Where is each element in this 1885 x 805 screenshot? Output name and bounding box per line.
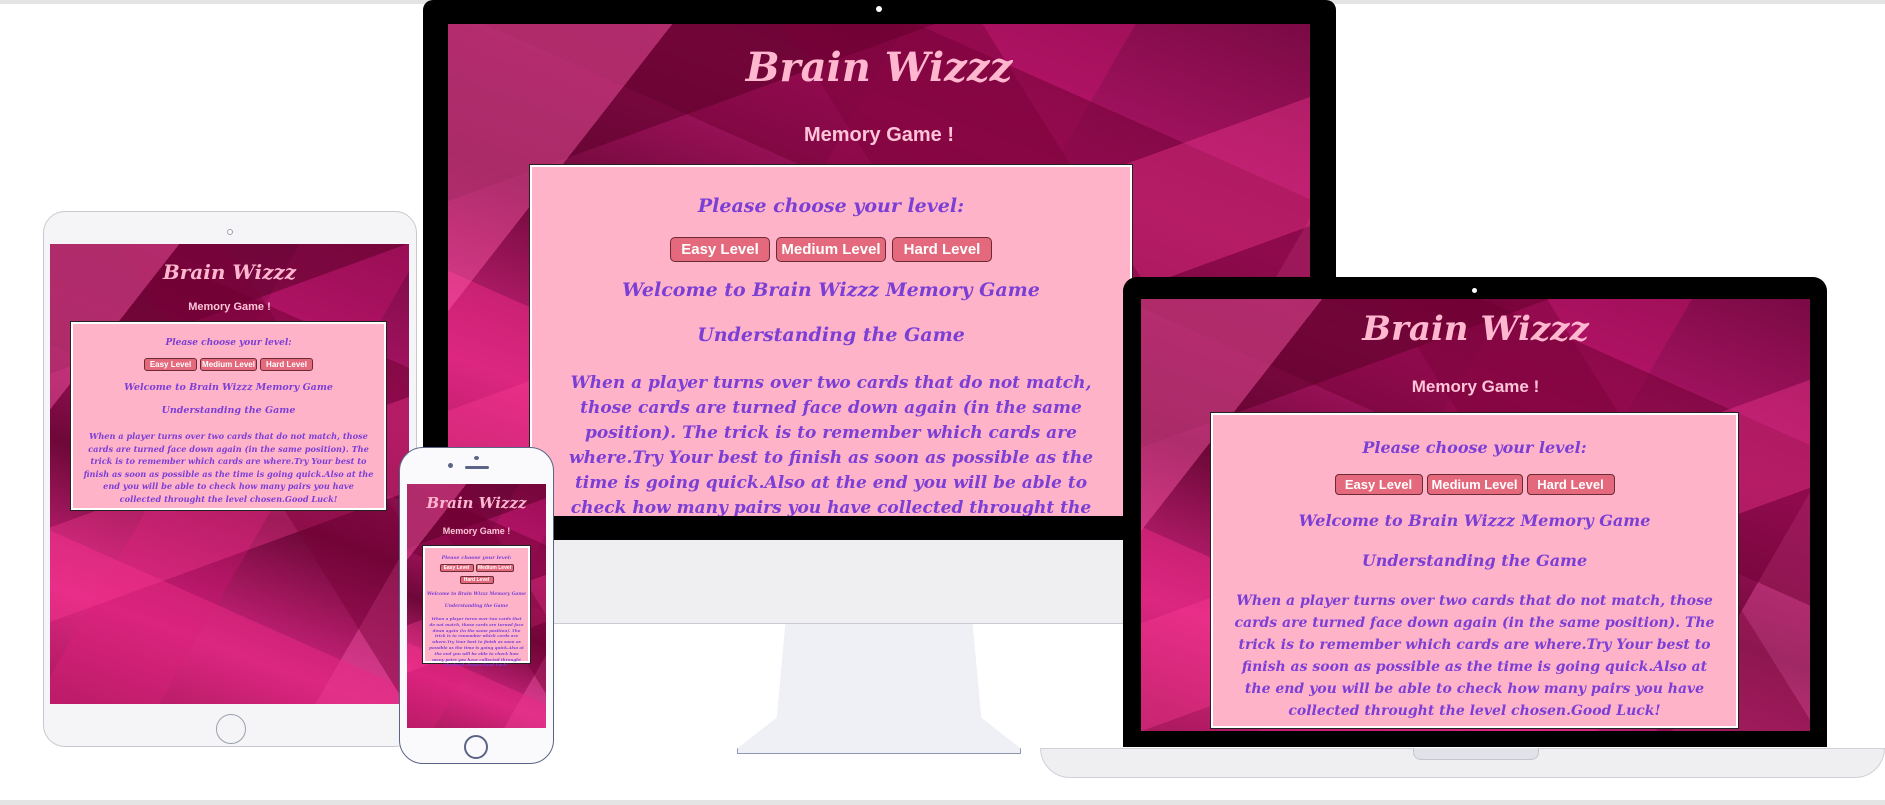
sensor-icon bbox=[474, 456, 479, 460]
medium-level-button[interactable]: Medium Level bbox=[475, 564, 514, 572]
site-subtitle: Memory Game ! bbox=[188, 301, 271, 313]
site-subtitle: Memory Game ! bbox=[803, 124, 955, 146]
description-text: When a player turns over two cards that … bbox=[1234, 593, 1715, 719]
intro-panel: Please choose your level: Easy Level Med… bbox=[1210, 412, 1739, 729]
phone-screen: Brain Wizzz Memory Game ! Please choose … bbox=[407, 484, 546, 728]
understanding-heading: Understanding the Game bbox=[444, 604, 509, 609]
welcome-heading: Welcome to Brain Wizzz Memory Game bbox=[124, 382, 333, 393]
site-title: Brain Wizzz bbox=[745, 44, 1013, 91]
camera-icon bbox=[448, 463, 453, 468]
speaker-icon bbox=[465, 466, 489, 469]
camera-icon bbox=[876, 6, 882, 12]
understanding-heading: Understanding the Game bbox=[1361, 551, 1588, 570]
laptop-screen: Brain Wizzz Memory Game ! Please choose … bbox=[1141, 299, 1810, 731]
laptop-notch bbox=[1413, 748, 1539, 760]
camera-icon bbox=[227, 229, 233, 235]
welcome-heading: Welcome to Brain Wizzz Memory Game bbox=[1298, 511, 1651, 530]
welcome-heading: Welcome to Brain Wizzz Memory Game bbox=[427, 592, 526, 597]
understanding-heading: Understanding the Game bbox=[161, 405, 296, 416]
description-text: When a player turns over two cards that … bbox=[83, 431, 374, 504]
description-text: When a player turns over two cards that … bbox=[568, 373, 1094, 516]
choose-level-label: Please choose your level: bbox=[1362, 438, 1587, 457]
easy-level-button[interactable]: Easy Level bbox=[439, 564, 474, 572]
desktop-monitor-stand bbox=[737, 624, 1021, 754]
intro-panel: Please choose your level: Easy Level Med… bbox=[422, 545, 531, 667]
site-subtitle: Memory Game ! bbox=[442, 526, 511, 536]
bottom-border bbox=[0, 800, 1885, 805]
hard-level-button[interactable]: Hard Level bbox=[459, 576, 494, 584]
hard-level-button[interactable]: Hard Level bbox=[892, 237, 992, 262]
medium-level-button[interactable]: Medium Level bbox=[1426, 474, 1523, 495]
hard-level-button[interactable]: Hard Level bbox=[1526, 474, 1615, 495]
easy-level-button[interactable]: Easy Level bbox=[1334, 474, 1423, 495]
site-title: Brain Wizzz bbox=[162, 260, 297, 284]
intro-panel: Please choose your level: Easy Level Med… bbox=[70, 321, 387, 511]
hard-level-button[interactable]: Hard Level bbox=[260, 358, 313, 371]
home-button-icon[interactable] bbox=[464, 735, 488, 759]
welcome-heading: Welcome to Brain Wizzz Memory Game bbox=[622, 279, 1040, 301]
choose-level-label: Please choose your level: bbox=[697, 195, 965, 217]
description-text: When a player turns over two cards that … bbox=[429, 616, 524, 668]
choose-level-label: Please choose your level: bbox=[165, 338, 292, 348]
medium-level-button[interactable]: Medium Level bbox=[776, 237, 886, 262]
easy-level-button[interactable]: Easy Level bbox=[144, 358, 197, 371]
easy-level-button[interactable]: Easy Level bbox=[670, 237, 770, 262]
camera-icon bbox=[1472, 288, 1477, 293]
home-button-icon[interactable] bbox=[216, 714, 246, 744]
intro-panel: Please choose your level: Easy Level Med… bbox=[529, 164, 1133, 516]
tablet-screen: Brain Wizzz Memory Game ! Please choose … bbox=[50, 244, 409, 704]
site-title: Brain Wizzz bbox=[426, 494, 527, 512]
site-subtitle: Memory Game ! bbox=[1411, 377, 1540, 396]
medium-level-button[interactable]: Medium Level bbox=[200, 358, 257, 371]
understanding-heading: Understanding the Game bbox=[697, 324, 965, 346]
site-title: Brain Wizzz bbox=[1362, 309, 1589, 349]
choose-level-label: Please choose your level: bbox=[441, 555, 512, 561]
